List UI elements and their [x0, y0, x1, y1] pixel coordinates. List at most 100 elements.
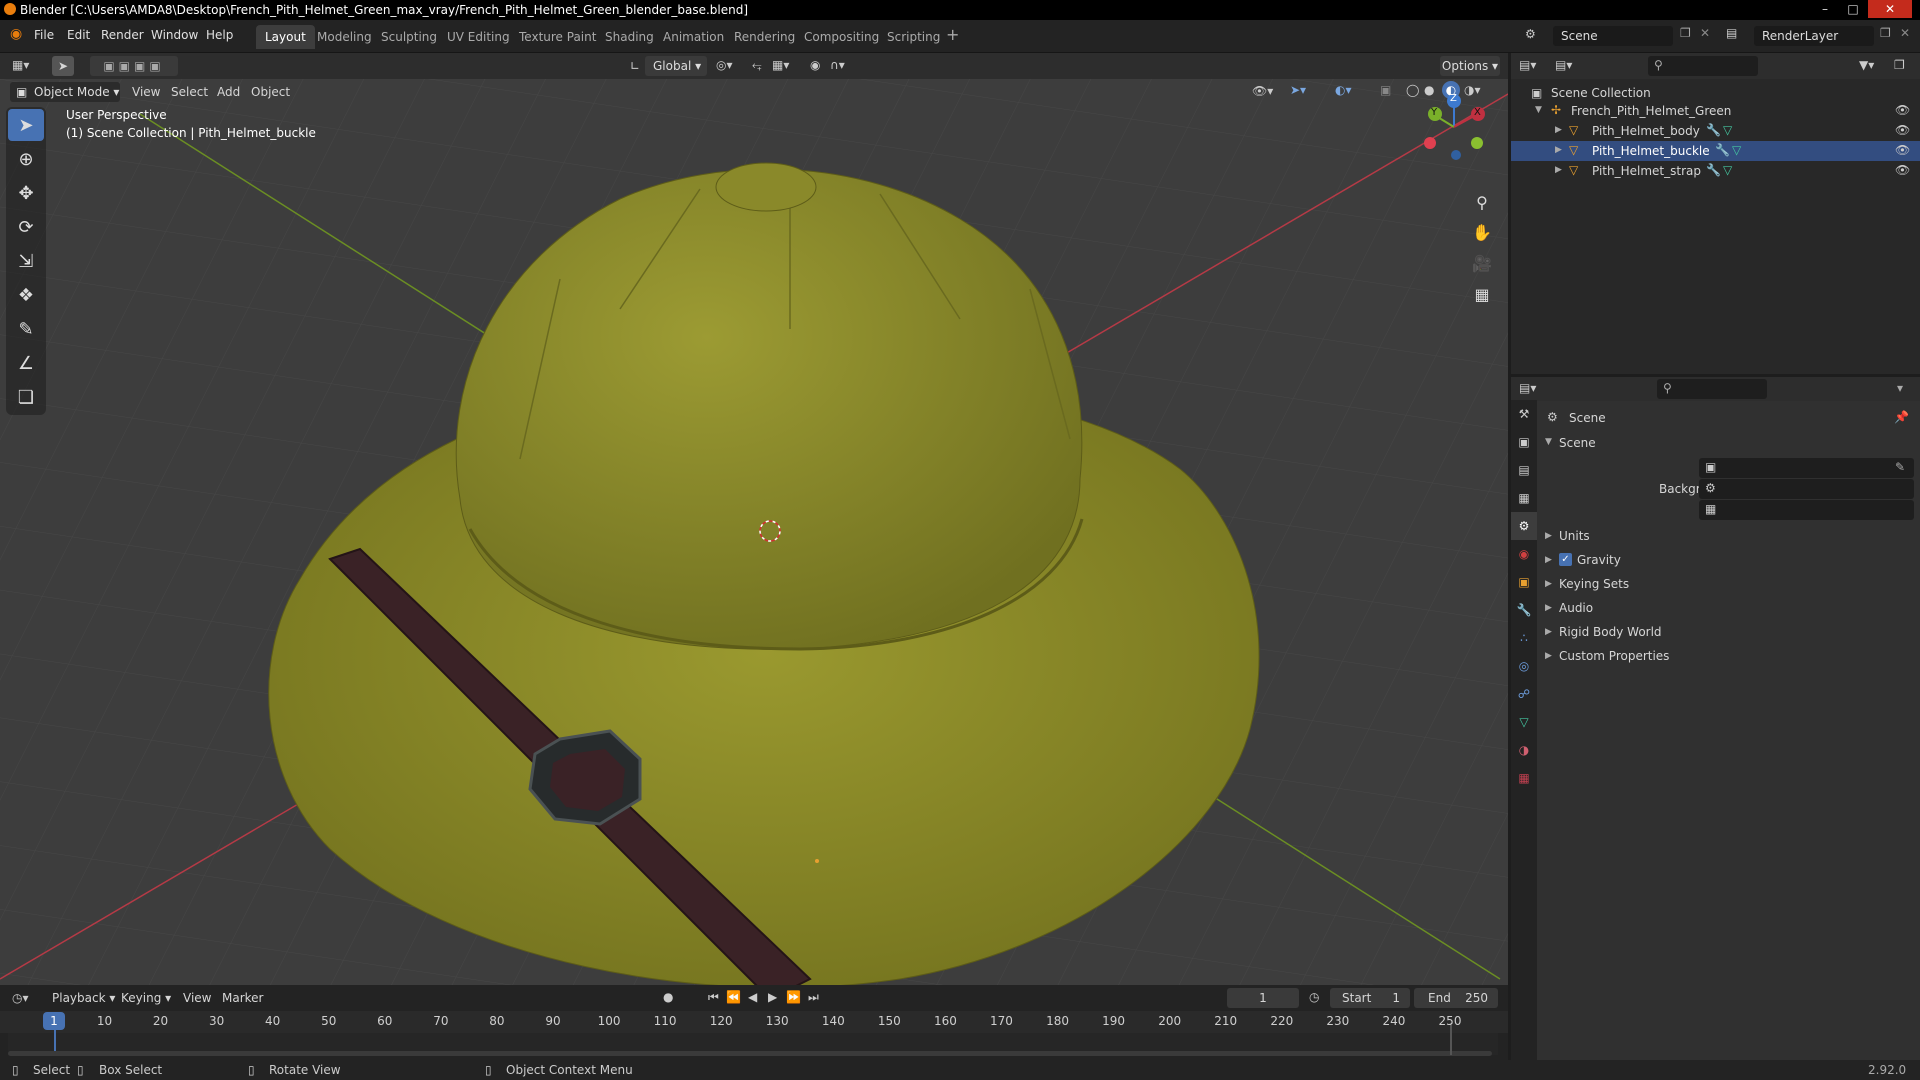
- jump-keyframe-back-icon[interactable]: ⏪: [726, 990, 741, 1004]
- camera-field[interactable]: ▣ ✎: [1699, 458, 1914, 478]
- gravity-panel[interactable]: Gravity: [1577, 553, 1621, 567]
- viewport-menu-select[interactable]: Select: [171, 85, 208, 99]
- modifier-icon[interactable]: 🔧: [1706, 163, 1721, 177]
- eye-icon[interactable]: 👁: [1895, 103, 1910, 117]
- tab-texture-paint[interactable]: Texture Paint: [510, 25, 605, 49]
- viewport-menu-view[interactable]: View: [132, 85, 160, 99]
- select-box-icon[interactable]: ➤: [8, 109, 44, 141]
- editor-type-icon[interactable]: ▦▾: [12, 58, 29, 72]
- new-collection-icon[interactable]: ❐: [1894, 58, 1905, 72]
- object-tab-icon[interactable]: ▣: [1511, 568, 1537, 596]
- helmet-top-knob[interactable]: [715, 162, 817, 212]
- output-tab-icon[interactable]: ▤: [1511, 456, 1537, 484]
- panel-collapse-icon[interactable]: ▼: [1545, 437, 1552, 447]
- wireframe-shading-icon[interactable]: ◯: [1406, 83, 1419, 97]
- gravity-checkbox[interactable]: ✓: [1559, 553, 1572, 566]
- xray-toggle-icon[interactable]: ▣: [1380, 83, 1391, 97]
- view-layer-tab-icon[interactable]: ▦: [1511, 484, 1537, 512]
- add-cube-icon[interactable]: ❏: [8, 381, 44, 413]
- expand-icon[interactable]: ▶: [1555, 165, 1562, 175]
- timeline-menu-keying[interactable]: Keying ▾: [121, 991, 171, 1005]
- tab-compositing[interactable]: Compositing: [795, 25, 888, 49]
- mesh-data-icon[interactable]: ▽: [1732, 143, 1741, 157]
- properties-editor-type-icon[interactable]: ▤▾: [1519, 381, 1536, 395]
- collapse-icon[interactable]: ▼: [1535, 105, 1542, 115]
- menu-window[interactable]: Window: [151, 28, 198, 42]
- audio-panel[interactable]: Audio: [1559, 601, 1593, 615]
- scene-tab-icon[interactable]: ⚙: [1511, 512, 1537, 540]
- rigid-body-world-panel[interactable]: Rigid Body World: [1559, 625, 1662, 639]
- properties-options-icon[interactable]: ▾: [1897, 381, 1903, 395]
- texture-tab-icon[interactable]: ▦: [1511, 764, 1537, 792]
- tab-rendering[interactable]: Rendering: [725, 25, 804, 49]
- view-layer-icon[interactable]: ▤: [1726, 26, 1737, 40]
- menu-file[interactable]: File: [34, 28, 54, 42]
- jump-keyframe-forward-icon[interactable]: ⏩: [786, 990, 801, 1004]
- visibility-icon[interactable]: 👁▾: [1252, 84, 1273, 98]
- play-icon[interactable]: ▶: [768, 990, 777, 1004]
- render-tab-icon[interactable]: ▣: [1511, 428, 1537, 456]
- start-frame-field[interactable]: Start 1: [1330, 988, 1410, 1008]
- timeline-menu-marker[interactable]: Marker: [222, 991, 263, 1005]
- scene-icon[interactable]: ⚙: [1525, 27, 1536, 41]
- jump-start-icon[interactable]: ⏮: [708, 990, 719, 1005]
- scale-icon[interactable]: ⇲: [8, 245, 44, 277]
- tab-sculpting[interactable]: Sculpting: [372, 25, 446, 49]
- annotate-icon[interactable]: ✎: [8, 313, 44, 345]
- remove-scene-icon[interactable]: ✕: [1700, 26, 1710, 40]
- proportional-edit-icon[interactable]: ◉: [810, 58, 820, 72]
- pin-icon[interactable]: 📌: [1894, 410, 1909, 424]
- move-icon[interactable]: ✥: [8, 177, 44, 209]
- 3d-viewport[interactable]: ▣ Object Mode ▾ View Select Add Object 👁…: [0, 79, 1508, 985]
- outliner-root[interactable]: Scene Collection: [1551, 86, 1651, 100]
- measure-icon[interactable]: ∠: [8, 347, 44, 379]
- eye-icon[interactable]: 👁: [1895, 163, 1910, 177]
- scene-panel-header[interactable]: Scene: [1559, 436, 1596, 450]
- timeline-scrollbar[interactable]: [8, 1051, 1492, 1056]
- maximize-button[interactable]: □: [1840, 0, 1866, 18]
- record-icon[interactable]: ●: [663, 990, 673, 1004]
- minimize-button[interactable]: –: [1812, 0, 1838, 18]
- zoom-view-icon[interactable]: ⚲: [1468, 189, 1496, 217]
- physics-tab-icon[interactable]: ◎: [1511, 652, 1537, 680]
- playhead-frame[interactable]: 1: [43, 1012, 65, 1030]
- new-view-layer-icon[interactable]: ❐: [1880, 26, 1891, 40]
- units-panel[interactable]: Units: [1559, 529, 1590, 543]
- panel-expand-icon[interactable]: ▶: [1545, 651, 1552, 661]
- outliner-object-buckle[interactable]: Pith_Helmet_buckle: [1592, 144, 1710, 158]
- camera-view-icon[interactable]: 🎥: [1468, 250, 1496, 278]
- mesh-data-icon[interactable]: ▽: [1723, 123, 1732, 137]
- panel-expand-icon[interactable]: ▶: [1545, 627, 1552, 637]
- pivot-point-icon[interactable]: ◎▾: [716, 58, 733, 72]
- perspective-toggle-icon[interactable]: ▦: [1468, 281, 1496, 309]
- jump-end-icon[interactable]: ⏭: [808, 990, 819, 1005]
- menu-help[interactable]: Help: [206, 28, 233, 42]
- outliner-object-body[interactable]: Pith_Helmet_body: [1592, 124, 1700, 138]
- overlay-toggle-icon[interactable]: ◐▾: [1335, 83, 1352, 97]
- pan-view-icon[interactable]: ✋: [1468, 219, 1496, 247]
- outliner-search-input[interactable]: ⚲: [1648, 56, 1758, 76]
- world-tab-icon[interactable]: ◉: [1511, 540, 1537, 568]
- modifier-tab-icon[interactable]: 🔧: [1511, 596, 1537, 624]
- eyedropper-icon[interactable]: ✎: [1895, 460, 1905, 474]
- display-mode-icon[interactable]: ▤▾: [1555, 58, 1572, 72]
- tab-modeling[interactable]: Modeling: [308, 25, 381, 49]
- properties-search-input[interactable]: ⚲: [1657, 379, 1767, 399]
- expand-icon[interactable]: ▶: [1555, 145, 1562, 155]
- current-frame-field[interactable]: 1: [1227, 988, 1299, 1008]
- viewport-menu-add[interactable]: Add: [217, 85, 240, 99]
- snap-icon[interactable]: ⥆: [752, 58, 762, 73]
- tab-scripting[interactable]: Scripting: [878, 25, 949, 49]
- play-reverse-icon[interactable]: ◀: [748, 990, 757, 1004]
- select-tool-icon[interactable]: ➤: [52, 56, 74, 76]
- data-tab-icon[interactable]: ▽: [1511, 708, 1537, 736]
- timeline-editor-type-icon[interactable]: ◷▾: [12, 991, 29, 1005]
- expand-icon[interactable]: ▶: [1555, 125, 1562, 135]
- background-scene-field[interactable]: ⚙: [1699, 479, 1914, 499]
- outliner-object-strap[interactable]: Pith_Helmet_strap: [1592, 164, 1701, 178]
- filter-icon[interactable]: ▼▾: [1859, 58, 1874, 72]
- transform-icon[interactable]: ❖: [8, 279, 44, 311]
- constraints-tab-icon[interactable]: ☍: [1511, 680, 1537, 708]
- outliner-collection[interactable]: French_Pith_Helmet_Green: [1571, 104, 1731, 118]
- timeline-menu-playback[interactable]: Playback ▾: [52, 991, 115, 1005]
